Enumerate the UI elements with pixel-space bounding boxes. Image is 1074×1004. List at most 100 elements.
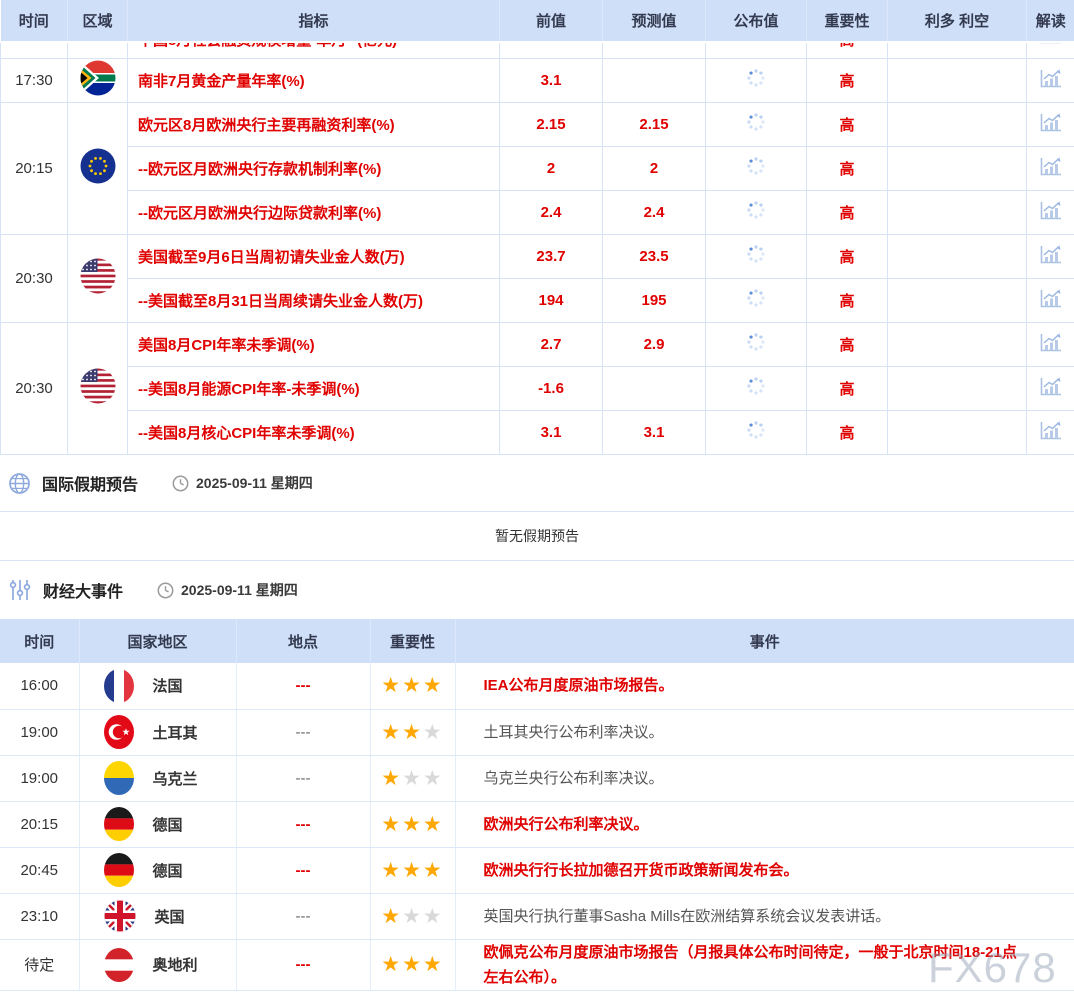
indicator-link[interactable]: --欧元区月欧洲央行边际贷款利率(%) — [128, 202, 381, 223]
event-country-cell: 英国 — [79, 893, 236, 939]
table-row-partial: 中国8月社会融资规模增量-单月-*(亿元) 高 — [1, 42, 1074, 59]
loading-spinner-icon — [746, 295, 766, 312]
event-time: 20:15 — [0, 801, 79, 847]
time-cell: 20:30 — [1, 235, 68, 323]
event-description[interactable]: 欧洲央行行长拉加德召开货币政策新闻发布会。 — [456, 858, 1074, 883]
detail-cell — [1027, 279, 1074, 323]
time-cell: 17:30 — [1, 59, 68, 103]
detail-cell — [1027, 147, 1074, 191]
event-description[interactable]: IEA公布月度原油市场报告。 — [456, 673, 1074, 698]
table-row: --美国8月核心CPI年率未季调(%)3.13.1高 — [1, 411, 1074, 455]
holiday-section-header: 国际假期预告 2025-09-11 星期四 — [0, 455, 1074, 511]
chart-detail-icon[interactable] — [1039, 340, 1062, 357]
importance-stars: ★★★ — [370, 801, 455, 847]
star-filled-icon: ★ — [402, 674, 423, 697]
forecast-cell: 2 — [603, 147, 706, 191]
indicator-link[interactable]: 美国8月CPI年率未季调(%) — [128, 334, 315, 355]
chart-detail-icon[interactable] — [1039, 384, 1062, 401]
flag-cell — [68, 42, 128, 59]
event-time: 待定 — [0, 939, 79, 990]
holiday-section-title: 国际假期预告 — [42, 471, 138, 495]
loading-spinner-icon — [746, 339, 766, 356]
event-location: --- — [236, 663, 370, 709]
col-previous: 前值 — [500, 0, 603, 42]
indicator-cell[interactable]: 中国8月社会融资规模增量-单月-*(亿元) — [128, 42, 500, 59]
flag-cell — [68, 323, 128, 455]
star-filled-icon: ★ — [381, 674, 402, 697]
forecast-cell: 2.15 — [603, 103, 706, 147]
chart-detail-icon[interactable] — [1039, 120, 1062, 137]
eu-flag-icon — [80, 148, 116, 184]
importance-cell: 高 — [807, 235, 888, 279]
chart-detail-icon[interactable] — [1039, 428, 1062, 445]
holiday-section-date: 2025-09-11 星期四 — [196, 473, 313, 493]
event-row: 19:00 乌克兰 --- ★★★ 乌克兰央行公布利率决议。 — [0, 755, 1074, 801]
indicator-cell: 美国截至9月6日当周初请失业金人数(万) — [128, 235, 500, 279]
loading-spinner-icon — [746, 427, 766, 444]
bull-bear-cell — [888, 279, 1027, 323]
published-cell — [706, 411, 807, 455]
indicator-link[interactable]: --美国8月核心CPI年率未季调(%) — [128, 422, 355, 443]
indicator-link[interactable]: --美国8月能源CPI年率-未季调(%) — [128, 378, 360, 399]
star-filled-icon: ★ — [381, 767, 402, 790]
event-description[interactable]: 欧洲央行公布利率决议。 — [456, 812, 1074, 837]
event-description[interactable]: 乌克兰央行公布利率决议。 — [456, 766, 1074, 791]
event-row: 20:45 德国 --- ★★★ 欧洲央行行长拉加德召开货币政策新闻发布会。 — [0, 847, 1074, 893]
col-forecast: 预测值 — [603, 0, 706, 42]
time-cell — [1, 42, 68, 59]
indicator-link[interactable]: 欧元区8月欧洲央行主要再融资利率(%) — [128, 114, 395, 135]
events-section-date: 2025-09-11 星期四 — [181, 580, 298, 600]
clock-icon — [157, 582, 174, 599]
country-name: 德国 — [153, 814, 183, 835]
loading-spinner-icon — [746, 207, 766, 224]
event-row: 19:00 土耳其 --- ★★★ 土耳其央行公布利率决议。 — [0, 709, 1074, 755]
event-country-cell: 法国 — [79, 663, 236, 709]
event-time: 16:00 — [0, 663, 79, 709]
country-name: 德国 — [153, 860, 183, 881]
uk-flag-icon — [104, 900, 136, 932]
event-description[interactable]: 英国央行执行董事Sasha Mills在欧洲结算系统会议发表讲话。 — [456, 904, 1074, 929]
detail-cell[interactable] — [1027, 42, 1074, 59]
event-description-cell: 英国央行执行董事Sasha Mills在欧洲结算系统会议发表讲话。 — [455, 893, 1074, 939]
indicator-link[interactable]: --欧元区月欧洲央行存款机制利率(%) — [128, 158, 381, 179]
holiday-empty-row: 暂无假期预告 — [0, 511, 1074, 561]
chart-detail-icon[interactable] — [1039, 252, 1062, 269]
loading-spinner-icon — [746, 163, 766, 180]
indicator-link[interactable]: 美国截至9月6日当周初请失业金人数(万) — [128, 246, 405, 267]
event-location: --- — [236, 847, 370, 893]
bull-bear-cell — [888, 323, 1027, 367]
bull-bear-cell — [888, 147, 1027, 191]
published-cell — [706, 147, 807, 191]
previous-cell: 2 — [500, 147, 603, 191]
indicator-link[interactable]: 南非7月黄金产量年率(%) — [128, 70, 305, 91]
indicator-label: 中国8月社会融资规模增量-单月-*(亿元) — [128, 43, 499, 58]
star-filled-icon: ★ — [381, 721, 402, 744]
col-country: 国家地区 — [79, 619, 236, 663]
indicator-link[interactable]: --美国截至8月31日当周续请失业金人数(万) — [128, 290, 423, 311]
country-name: 土耳其 — [153, 722, 198, 743]
chart-detail-icon[interactable] — [1039, 76, 1062, 93]
event-description[interactable]: 土耳其央行公布利率决议。 — [456, 720, 1074, 745]
bull-bear-cell — [888, 235, 1027, 279]
indicator-cell: --美国8月核心CPI年率未季调(%) — [128, 411, 500, 455]
indicator-cell: --美国8月能源CPI年率-未季调(%) — [128, 367, 500, 411]
chart-detail-icon[interactable] — [1039, 164, 1062, 181]
event-time: 23:10 — [0, 893, 79, 939]
event-description-cell: 欧洲央行行长拉加德召开货币政策新闻发布会。 — [455, 847, 1074, 893]
chart-detail-icon[interactable] — [1039, 208, 1062, 225]
star-filled-icon: ★ — [423, 674, 444, 697]
turkey-flag-icon — [104, 715, 134, 749]
bull-bear-cell — [888, 367, 1027, 411]
star-filled-icon: ★ — [423, 953, 444, 976]
col-location: 地点 — [236, 619, 370, 663]
forecast-cell: 2.4 — [603, 191, 706, 235]
us-flag-icon — [80, 368, 116, 404]
detail-cell — [1027, 59, 1074, 103]
published-cell — [706, 367, 807, 411]
event-row: 16:00 法国 --- ★★★ IEA公布月度原油市场报告。 — [0, 663, 1074, 709]
previous-cell — [500, 42, 603, 59]
chart-detail-icon[interactable] — [1039, 296, 1062, 313]
previous-cell: 2.4 — [500, 191, 603, 235]
us-flag-icon — [80, 258, 116, 294]
event-description[interactable]: 欧佩克公布月度原油市场报告（月报具体公布时间待定，一般于北京时间18-21点左右… — [456, 940, 1074, 990]
